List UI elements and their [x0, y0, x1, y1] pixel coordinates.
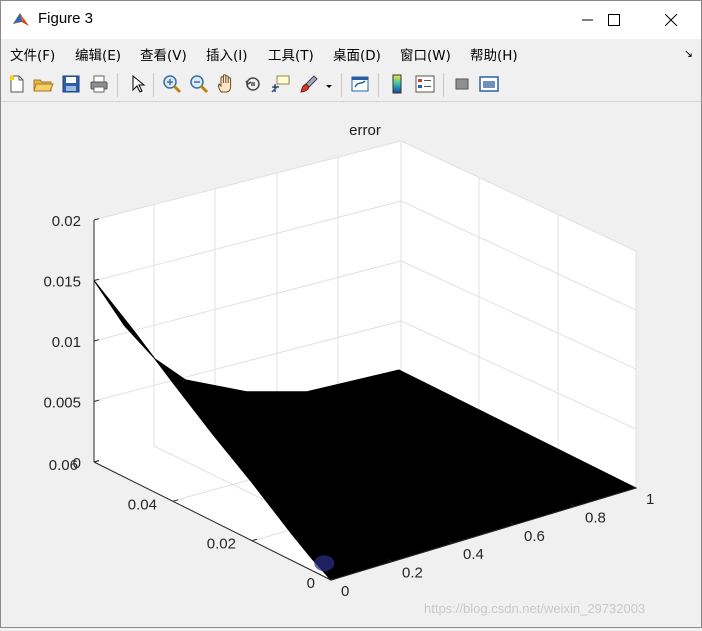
- brush-icon[interactable]: [298, 73, 320, 95]
- toolbar-separator: [341, 73, 342, 97]
- figure-window: Figure 3 文件(F) 编辑(E) 查看(V) 插入(I) 工具(T) 桌…: [0, 0, 702, 628]
- menu-bar: 文件(F) 编辑(E) 查看(V) 插入(I) 工具(T) 桌面(D) 窗口(W…: [1, 39, 701, 67]
- x-tick-label: 0.4: [463, 546, 484, 563]
- low-value-patch: [314, 555, 335, 572]
- toolbar-separator: [443, 73, 444, 97]
- y-tick-label: 0.06: [49, 457, 78, 474]
- menu-insert[interactable]: 插入(I): [206, 44, 248, 64]
- link-plot-icon[interactable]: [349, 73, 371, 95]
- title-bar: Figure 3: [1, 1, 701, 39]
- show-plot-tools-icon[interactable]: [478, 73, 500, 95]
- toolbar-separator: [153, 73, 154, 97]
- new-figure-icon[interactable]: [6, 73, 28, 95]
- error-surface-plot[interactable]: 00.0050.010.0150.02 00.020.040.06 00.20.…: [1, 102, 701, 627]
- z-axis-ticks: 00.0050.010.0150.02: [43, 213, 100, 472]
- y-tick-label: 0: [307, 575, 315, 592]
- chart-title: error: [349, 122, 381, 139]
- x-tick-label: 1: [646, 491, 654, 508]
- z-tick-label: 0.005: [43, 395, 81, 412]
- brush-dropdown-icon[interactable]: [323, 73, 335, 95]
- y-tick-label: 0.04: [128, 496, 157, 513]
- z-tick-label: 0.02: [52, 213, 81, 230]
- dock-arrow-icon[interactable]: ↘: [684, 47, 693, 60]
- zoom-out-icon[interactable]: [188, 73, 210, 95]
- z-tick-label: 0.01: [52, 334, 81, 351]
- menu-window[interactable]: 窗口(W): [400, 44, 451, 64]
- close-button[interactable]: [648, 1, 694, 39]
- menu-file[interactable]: 文件(F): [10, 44, 55, 64]
- y-tick-label: 0.02: [207, 536, 236, 553]
- toolbar-separator: [378, 73, 379, 97]
- menu-view[interactable]: 查看(V): [140, 44, 187, 64]
- x-tick-label: 0.2: [402, 565, 423, 582]
- rotate-3d-icon[interactable]: [242, 73, 264, 95]
- window-title: Figure 3: [38, 10, 94, 27]
- menu-desktop[interactable]: 桌面(D): [333, 44, 381, 64]
- hide-plot-tools-icon[interactable]: [451, 73, 473, 95]
- x-tick-label: 0: [341, 583, 349, 600]
- matlab-logo-icon: [11, 10, 31, 30]
- figure-toolbar: [1, 67, 701, 102]
- open-file-icon[interactable]: [32, 73, 54, 95]
- x-tick-label: 0.6: [524, 528, 545, 545]
- colorbar-icon[interactable]: [386, 73, 408, 95]
- menu-tools[interactable]: 工具(T): [268, 44, 314, 64]
- save-icon[interactable]: [60, 73, 82, 95]
- pan-hand-icon[interactable]: [215, 73, 237, 95]
- zoom-in-icon[interactable]: [161, 73, 183, 95]
- maximize-button[interactable]: [591, 1, 637, 39]
- x-tick-label: 0.8: [585, 509, 606, 526]
- toolbar-separator: [117, 73, 118, 97]
- surface-low-values: [314, 555, 335, 572]
- print-icon[interactable]: [88, 73, 110, 95]
- plot-area: 0 0.005 0.01 0.015 0.02 0 0.02 0.04 0.06 0 0.2 0.…: [1, 102, 701, 627]
- select-arrow-icon[interactable]: [126, 73, 148, 95]
- legend-icon[interactable]: [414, 73, 436, 95]
- z-tick-label: 0.015: [43, 274, 81, 291]
- data-cursor-icon[interactable]: [269, 73, 291, 95]
- menu-edit[interactable]: 编辑(E): [75, 44, 121, 64]
- watermark-text: https://blog.csdn.net/weixin_29732003: [424, 601, 646, 616]
- menu-help[interactable]: 帮助(H): [470, 44, 518, 64]
